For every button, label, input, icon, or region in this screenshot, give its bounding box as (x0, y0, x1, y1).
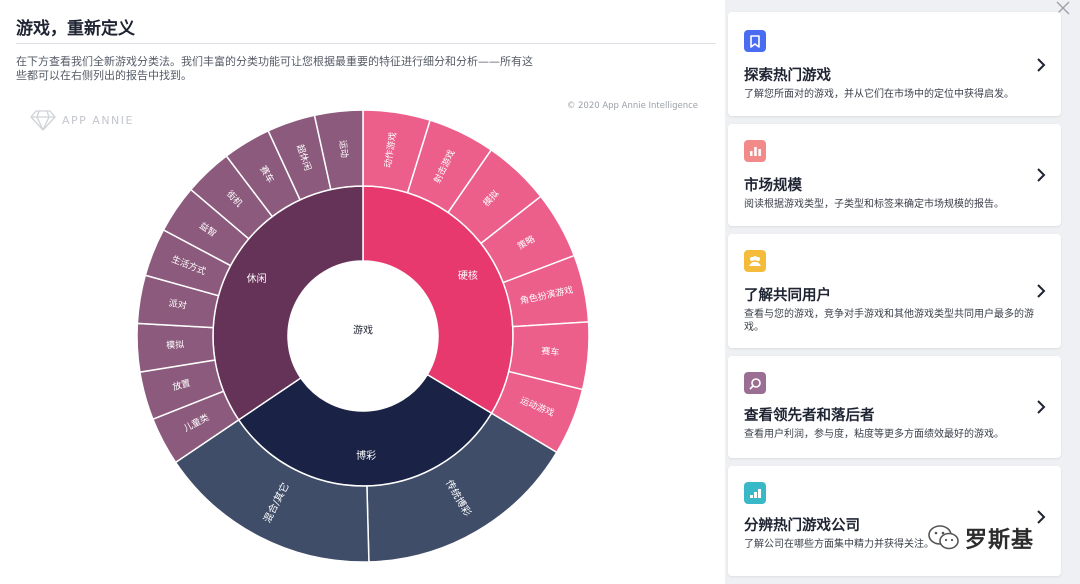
report-title: 查看领先者和落后者 (744, 408, 875, 424)
report-description: 了解您所面对的游戏，并从它们在市场中的定位中获得启发。 (744, 89, 1014, 100)
sunburst-chart: 硬核动作游戏 射击游戏模拟策略角色扮演游戏赛车运动游戏博彩传统博彩混合/其它休闲儿… (136, 109, 590, 563)
growth-chart-icon (744, 482, 766, 504)
chevron-right-icon[interactable] (1035, 510, 1047, 524)
report-card-market-size[interactable]: 市场规模 阅读根据游戏类型，子类型和标签来确定市场规模的报告。 (728, 124, 1061, 226)
report-title: 了解共同用户 (744, 288, 831, 304)
bookmark-icon (744, 30, 766, 52)
wechat-watermark: 罗斯基 (927, 518, 1034, 558)
report-description: 查看与您的游戏，竞争对手游戏和其他游戏类型共同用户最多的游戏。 (744, 309, 1034, 333)
report-title: 分辨热门游戏公司 (744, 518, 860, 534)
report-description: 阅读根据游戏类型，子类型和标签来确定市场规模的报告。 (744, 199, 1004, 210)
report-description: 查看用户利润，参与度，粘度等更多方面绩效最好的游戏。 (744, 429, 1004, 440)
report-card-top-games[interactable]: 探索热门游戏 了解您所面对的游戏，并从它们在市场中的定位中获得启发。 (728, 12, 1061, 116)
bar-chart-icon (744, 140, 766, 162)
watermark-text: 罗斯基 (965, 528, 1035, 553)
report-title: 市场规模 (744, 178, 802, 194)
chevron-right-icon[interactable] (1035, 400, 1047, 414)
report-card-leaders-laggards[interactable]: 查看领先者和落后者 查看用户利润，参与度，粘度等更多方面绩效最好的游戏。 (728, 356, 1061, 458)
report-card-shared-users[interactable]: 了解共同用户 查看与您的游戏，竞争对手游戏和其他游戏类型共同用户最多的游戏。 (728, 234, 1061, 348)
subcategory-label: 运动 (337, 139, 350, 158)
subcategory-label: 模拟 (166, 338, 185, 351)
category-label: 硬核 (458, 269, 478, 282)
category-label: 博彩 (356, 449, 376, 462)
chevron-right-icon[interactable] (1035, 168, 1047, 182)
chevron-right-icon[interactable] (1035, 58, 1047, 72)
wechat-icon (928, 525, 959, 550)
taxonomy-panel: 游戏，重新定义 在下方查看我们全新游戏分类法。我们丰富的分类功能可让您根据最重要… (0, 0, 725, 584)
center-label: 游戏 (353, 324, 373, 337)
chevron-right-icon[interactable] (1035, 284, 1047, 298)
magnifier-icon (744, 372, 766, 394)
reports-panel: 探索热门游戏 了解您所面对的游戏，并从它们在市场中的定位中获得启发。 市场规模 … (725, 0, 1080, 584)
category-label: 休闲 (247, 272, 267, 285)
users-icon (744, 250, 766, 272)
report-title: 探索热门游戏 (744, 68, 831, 84)
